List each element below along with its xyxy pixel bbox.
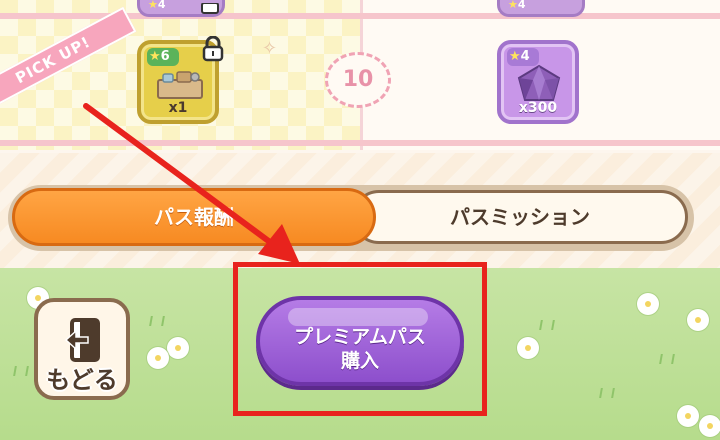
tab-pass-reward[interactable]: パス報酬: [12, 188, 376, 246]
previous-free-star-level: 4: [157, 0, 166, 11]
premium-reward-card[interactable]: ★4 x300: [497, 40, 579, 124]
track-band-bottom: [0, 140, 720, 146]
flower-decoration: [640, 296, 656, 312]
flower-decoration: [170, 340, 186, 356]
peek-lock-icon: [200, 0, 220, 14]
previous-reward-card-premium[interactable]: ★4: [497, 0, 585, 17]
crystal-icon: [515, 64, 563, 104]
free-reward-card[interactable]: ★6 x1: [137, 35, 224, 124]
free-reward-quantity: x1: [168, 100, 188, 116]
previous-premium-star-level: 4: [517, 0, 526, 11]
flower-decoration: [520, 340, 536, 356]
pass-level-indicator: 10: [325, 52, 391, 108]
back-button[interactable]: もどる: [34, 298, 130, 400]
star-icon: ★: [149, 49, 161, 64]
flower-decoration: [680, 408, 696, 424]
star-level-value: 4: [520, 49, 530, 64]
premium-reward-quantity: x300: [518, 100, 558, 116]
star-icon: ★: [509, 49, 521, 64]
grass-tuft: [13, 366, 29, 376]
star-level-value: 6: [160, 49, 170, 64]
lock-icon: [201, 35, 224, 62]
flower-decoration: [150, 350, 166, 366]
grass-tuft: [539, 320, 555, 330]
tab-pass-mission[interactable]: パスミッション: [352, 190, 688, 244]
grass-tuft: [599, 388, 615, 398]
flower-decoration: [690, 312, 706, 328]
back-button-label: もどる: [46, 366, 118, 394]
flower-decoration: [702, 418, 718, 434]
exit-door-icon: [64, 318, 102, 364]
grass-tuft: [659, 354, 675, 364]
sparkle-icon: ✧: [262, 38, 278, 59]
reward-track: ★4 ★4 PICK UP! ✧ ★6 x1 10 ★4 x300: [0, 0, 720, 150]
toolbox-icon: [155, 68, 205, 102]
highlight-box: [233, 262, 487, 416]
grass-tuft: [149, 316, 165, 326]
star-level-badge: ★6: [147, 48, 179, 66]
